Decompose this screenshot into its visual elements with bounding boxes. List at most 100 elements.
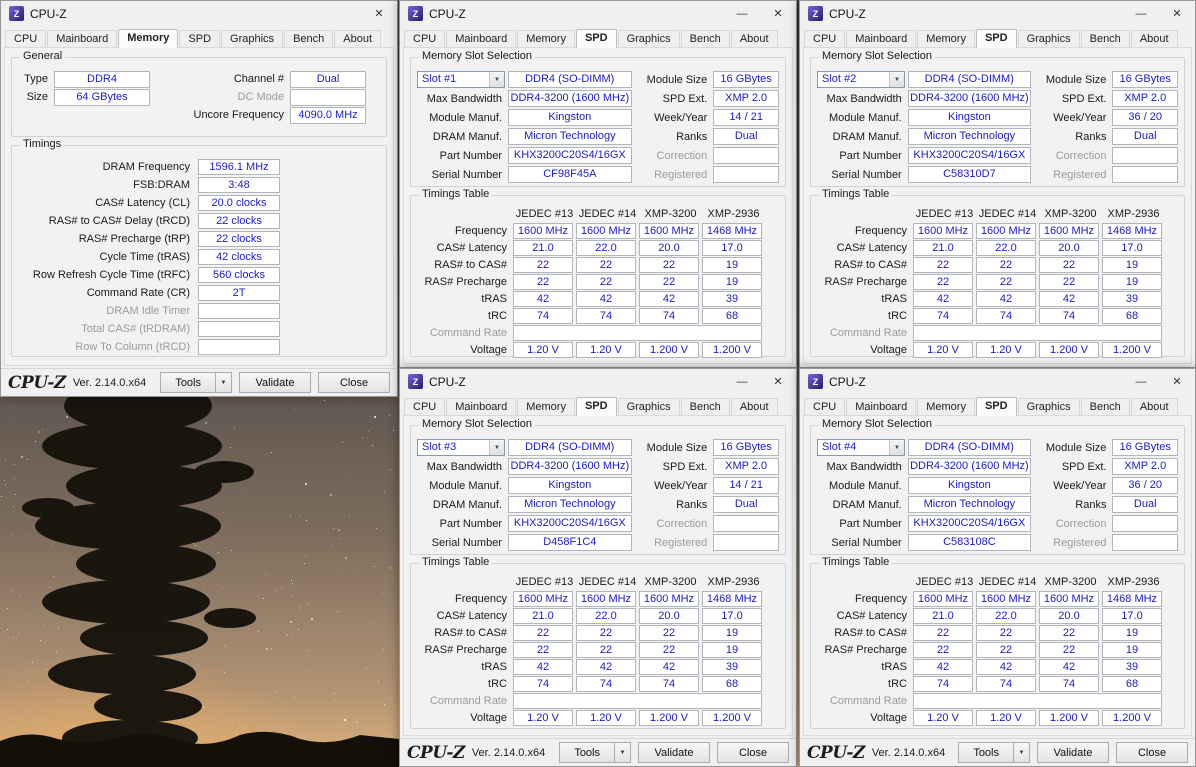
cell: 42 [639,291,699,307]
module-size-value: 16 GBytes [1112,439,1178,456]
validate-button[interactable]: Validate [638,742,710,763]
registered-value [713,534,779,551]
tools-button[interactable]: Tools [559,742,614,763]
col-header: JEDEC #13 [513,208,576,220]
cell: 42 [639,659,699,675]
close-button[interactable]: Close [1116,742,1188,763]
slot-select[interactable]: Slot #4 ▼ [817,439,905,456]
field-row: DRAM Manuf. Micron Technology Ranks Dual [411,127,785,146]
chevron-down-icon[interactable]: ▼ [889,72,904,87]
cell: 17.0 [1102,608,1162,624]
cell: 20.0 [1039,608,1099,624]
dram-manuf-label: DRAM Manuf. [417,499,508,511]
validate-button[interactable]: Validate [239,372,311,393]
tab-bar: CPU Mainboard Memory SPD Graphics Bench … [400,26,796,48]
bottom-bar: CPU-Z Ver. 2.14.0.x64 Tools ▼ Validate C… [800,738,1195,766]
col-header: XMP-3200 [639,576,702,588]
cell: 1600 MHz [976,223,1036,239]
tools-dropdown-icon[interactable]: ▼ [614,742,631,763]
cell: 74 [513,308,573,324]
cell: 42 [513,291,573,307]
minimize-icon[interactable]: — [724,1,760,26]
tab-spd[interactable]: SPD [576,397,617,416]
tab-memory[interactable]: Memory [118,29,178,48]
cell: 1.200 V [639,710,699,726]
slot-select[interactable]: Slot #1 ▼ [417,71,505,88]
close-icon[interactable]: ✕ [760,1,796,26]
correction-label: Correction [1039,518,1112,530]
cell: 22 [976,274,1036,290]
part-number-label: Part Number [817,518,908,530]
serial-number-label: Serial Number [417,169,508,181]
module-manuf-value: Kingston [508,109,632,126]
field-row: Part Number KHX3200C20S4/16GX Correction [411,146,785,165]
col-header: JEDEC #13 [913,208,976,220]
field-row: Part Number KHX3200C20S4/16GX Correction [811,146,1184,165]
close-icon[interactable]: ✕ [760,369,796,394]
slot-select[interactable]: Slot #2 ▼ [817,71,905,88]
module-manuf-label: Module Manuf. [817,112,908,124]
tab-spd[interactable]: SPD [576,29,617,48]
close-button[interactable]: Close [717,742,789,763]
validate-button[interactable]: Validate [1037,742,1109,763]
chevron-down-icon[interactable]: ▼ [489,72,504,87]
close-icon[interactable]: ✕ [1159,369,1195,394]
table-row: CAS# Latency 21.0 22.0 20.0 17.0 [811,607,1184,624]
registered-value [1112,166,1178,183]
memory-slot-selection-group: Memory Slot Selection Slot #3 ▼ DDR4 (SO… [410,425,786,555]
cell: 68 [1102,676,1162,692]
tab-bar: CPU Mainboard Memory SPD Graphics Bench … [400,394,796,416]
tools-button[interactable]: Tools [160,372,215,393]
titlebar[interactable]: Z CPU-Z — ✕ [400,369,796,394]
close-icon[interactable]: ✕ [361,1,397,26]
week-year-value: 14 / 21 [713,477,779,494]
module-size-label: Module Size [640,74,714,86]
minimize-icon[interactable]: — [1123,369,1159,394]
titlebar[interactable]: Z CPU-Z — ✕ [800,369,1195,394]
spd-ext-value: XMP 2.0 [713,458,779,475]
memory-slot-selection-group: Memory Slot Selection Slot #2 ▼ DDR4 (SO… [810,57,1185,187]
cpuz-window-spd-slot1: Z CPU-Z — ✕ CPU Mainboard Memory SPD Gra… [399,0,797,368]
cell: 39 [1102,659,1162,675]
titlebar[interactable]: Z CPU-Z ✕ [1,1,397,26]
cell: 22 [913,642,973,658]
general-group: General Type DDR4 Channel # Dual Size 64… [11,57,387,137]
minimize-icon[interactable]: — [724,369,760,394]
tools-dropdown-icon[interactable]: ▼ [215,372,232,393]
tab-spd[interactable]: SPD [976,29,1017,48]
pine-tree-silhouette [18,388,258,767]
cell: 21.0 [913,240,973,256]
field-row: Part Number KHX3200C20S4/16GX Correction [811,514,1184,533]
cell: 74 [976,308,1036,324]
dram-manuf-value: Micron Technology [508,128,632,145]
cell: 1.20 V [513,710,573,726]
command-rate-empty-cell [913,693,1162,709]
tab-spd[interactable]: SPD [976,397,1017,416]
slot-select[interactable]: Slot #3 ▼ [417,439,505,456]
titlebar[interactable]: Z CPU-Z — ✕ [400,1,796,26]
titlebar[interactable]: Z CPU-Z — ✕ [800,1,1195,26]
timing-row: RAS# to CAS# Delay (tRCD) 22 clocks [12,212,386,230]
col-header: JEDEC #14 [576,208,639,220]
cell: 42 [1039,659,1099,675]
close-icon[interactable]: ✕ [1159,1,1195,26]
command-rate-value: 2T [198,285,280,301]
serial-number-value: CF98F45A [508,166,632,183]
cell: 1.200 V [1102,710,1162,726]
chevron-down-icon[interactable]: ▼ [489,440,504,455]
spd-ext-value: XMP 2.0 [1112,90,1178,107]
cell: 22 [976,642,1036,658]
slot-row: Slot #2 ▼ DDR4 (SO-DIMM) Module Size 16 … [811,70,1184,89]
trp-label: RAS# Precharge (tRP) [22,233,198,245]
minimize-icon[interactable]: — [1123,1,1159,26]
correction-label: Correction [1039,150,1112,162]
close-button[interactable]: Close [318,372,390,393]
tools-dropdown-icon[interactable]: ▼ [1013,742,1030,763]
dram-manuf-label: DRAM Manuf. [817,499,908,511]
memory-slot-selection-group: Memory Slot Selection Slot #4 ▼ DDR4 (SO… [810,425,1185,555]
cell: 22 [1039,257,1099,273]
table-row: Frequency 1600 MHz 1600 MHz 1600 MHz 146… [811,590,1184,607]
dram-idle-timer-label: DRAM Idle Timer [22,305,198,317]
tools-button[interactable]: Tools [958,742,1013,763]
chevron-down-icon[interactable]: ▼ [889,440,904,455]
